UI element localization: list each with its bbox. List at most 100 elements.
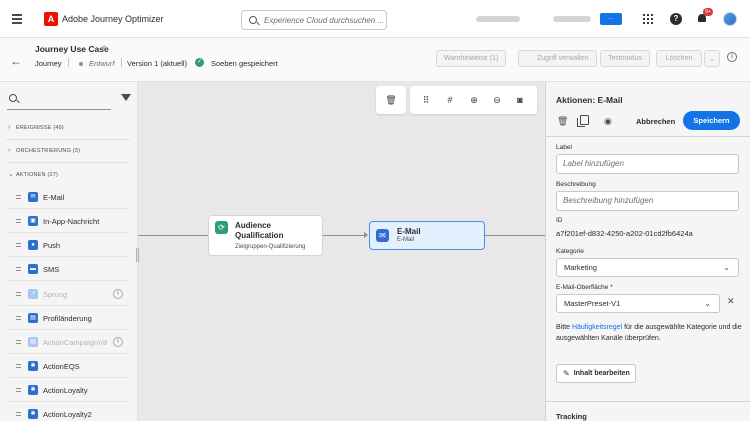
id-label: ID bbox=[556, 217, 563, 224]
category-orchestration[interactable]: › ORCHESTRIERUNG (3) bbox=[8, 147, 80, 154]
description-input[interactable]: Beschreibung hinzufügen bbox=[556, 191, 739, 211]
custom-action-icon: ✱ bbox=[28, 385, 38, 395]
preview-eye-icon[interactable]: ◉ bbox=[604, 116, 612, 127]
palette-item-push[interactable]: ● Push bbox=[8, 234, 128, 257]
app-title[interactable]: Adobe Journey Optimizer bbox=[62, 14, 164, 24]
surface-label-text: E-Mail-Oberfläche bbox=[556, 284, 609, 291]
category-field-label: Kategorie bbox=[556, 248, 584, 255]
adobe-logo-icon[interactable]: A bbox=[44, 12, 58, 26]
zoom-out-icon[interactable]: ⊖ bbox=[491, 94, 503, 106]
trash-icon[interactable]: 🗑 bbox=[385, 94, 397, 106]
journey-canvas[interactable] bbox=[138, 82, 545, 421]
app-switcher-icon[interactable] bbox=[643, 14, 653, 24]
node-audience-qualification[interactable]: ⟳ Audience Qualification Zielgruppen-Qua… bbox=[208, 215, 323, 256]
push-icon: ● bbox=[28, 240, 38, 250]
palette-item-action-loyalty2[interactable]: ✱ ActionLoyalty2 bbox=[8, 403, 128, 421]
info-icon[interactable]: i bbox=[113, 337, 123, 347]
surface-selected-value: MasterPreset-V1 bbox=[564, 299, 621, 308]
info-text: Bitte bbox=[556, 324, 572, 331]
journey-version[interactable]: Version 1 (aktuell) bbox=[127, 59, 187, 68]
frequency-rule-info: Bitte Häufigkeitsregel für die ausgewähl… bbox=[556, 322, 742, 344]
drag-grip-icon bbox=[16, 340, 21, 344]
category-label: ORCHESTRIERUNG (3) bbox=[16, 148, 81, 154]
email-icon: ✉ bbox=[376, 229, 389, 242]
test-mode-button[interactable]: Testmodus bbox=[600, 50, 650, 67]
category-select[interactable]: Marketing ⌄ bbox=[556, 258, 739, 277]
campaign-action-icon: ▤ bbox=[28, 337, 38, 347]
in-app-icon: ▣ bbox=[28, 216, 38, 226]
frequency-rule-link[interactable]: Häufigkeitsregel bbox=[572, 324, 622, 331]
palette-item-label: Profiländerung bbox=[43, 314, 92, 323]
manage-access-button[interactable]: Zugriff verwalten bbox=[518, 50, 597, 67]
node-subtitle: Zielgruppen-Qualifizierung bbox=[235, 244, 306, 250]
palette-item-action-campaign-v8: ▤ ActionCampaignV8 i bbox=[8, 331, 128, 354]
grid-layout-icon[interactable]: ⠿ bbox=[420, 94, 432, 106]
palette-item-action-loyalty[interactable]: ✱ ActionLoyalty bbox=[8, 379, 128, 402]
info-icon[interactable]: i bbox=[113, 289, 123, 299]
category-actions[interactable]: ⌄ AKTIONEN (27) bbox=[8, 170, 58, 178]
drag-grip-icon bbox=[16, 388, 21, 392]
align-icon[interactable]: # bbox=[444, 94, 456, 106]
palette-item-sms[interactable]: ▬ SMS bbox=[8, 258, 128, 281]
panel-resize-handle[interactable] bbox=[136, 248, 139, 262]
description-field-label: Beschreibung bbox=[556, 181, 596, 188]
node-email[interactable]: ✉ E-Mail E-Mail bbox=[369, 221, 485, 250]
chevron-down-icon: ⌄ bbox=[704, 299, 711, 308]
sandbox-switcher-blurred[interactable] bbox=[553, 16, 591, 22]
global-search-input[interactable]: Experience Cloud durchsuchen ... bbox=[241, 10, 387, 30]
drag-grip-icon bbox=[16, 267, 21, 271]
hamburger-menu-icon[interactable] bbox=[12, 14, 22, 24]
email-surface-select[interactable]: MasterPreset-V1 ⌄ bbox=[556, 294, 720, 313]
audience-qualification-icon: ⟳ bbox=[215, 221, 228, 234]
node-title: Audience Qualification bbox=[235, 221, 284, 240]
node-subtitle: E-Mail bbox=[397, 237, 415, 243]
edit-content-button[interactable]: ✎ Inhalt bearbeiten bbox=[556, 364, 636, 383]
journey-title: Journey Use Case bbox=[35, 44, 109, 54]
user-avatar[interactable] bbox=[723, 12, 737, 26]
filter-icon[interactable] bbox=[121, 94, 131, 101]
connector-arrow-icon bbox=[364, 232, 368, 238]
tracking-section-title[interactable]: Tracking bbox=[556, 412, 587, 421]
cancel-button[interactable]: Abbrechen bbox=[636, 117, 675, 126]
id-value: a7f201ef-d832-4250-a202-01cd2fb6424a bbox=[556, 229, 693, 238]
connector-line bbox=[323, 235, 365, 236]
edit-pencil-icon[interactable]: ✎ bbox=[102, 44, 109, 53]
palette-search-input[interactable] bbox=[7, 109, 111, 110]
help-icon[interactable]: ? bbox=[670, 13, 682, 25]
back-arrow-icon[interactable]: ← bbox=[10, 54, 22, 68]
label-input[interactable]: Label hinzufügen bbox=[556, 154, 739, 174]
connector-line bbox=[138, 235, 208, 236]
screenshot-camera-icon[interactable]: ◙ bbox=[514, 94, 526, 106]
chevron-down-icon: ⌄ bbox=[723, 263, 730, 272]
canvas-toolbar: ⠿ # ⊕ ⊖ ◙ bbox=[410, 86, 537, 114]
palette-item-jump: ↗ Sprung i bbox=[8, 283, 128, 306]
divider bbox=[68, 58, 69, 67]
zoom-in-icon[interactable]: ⊕ bbox=[468, 94, 480, 106]
info-icon[interactable]: i bbox=[727, 52, 737, 62]
palette-item-in-app[interactable]: ▣ In-App-Nachricht bbox=[8, 210, 128, 233]
custom-action-icon: ✱ bbox=[28, 409, 38, 419]
more-options-chevron-icon[interactable]: ⌄ bbox=[704, 50, 720, 67]
chevron-right-icon: › bbox=[8, 124, 11, 131]
trash-icon[interactable]: 🗑 bbox=[557, 116, 568, 127]
duplicate-icon[interactable] bbox=[577, 115, 589, 127]
status-dot-icon bbox=[79, 62, 83, 66]
search-icon bbox=[249, 16, 257, 24]
palette-item-label: SMS bbox=[43, 265, 60, 274]
journey-type: Journey bbox=[35, 59, 62, 68]
save-button[interactable]: Speichern bbox=[683, 111, 740, 130]
journey-status: Entwurf bbox=[89, 59, 115, 68]
palette-search-icon[interactable] bbox=[9, 94, 17, 102]
drag-grip-icon bbox=[16, 243, 21, 247]
palette-item-label: ActionLoyalty2 bbox=[43, 410, 92, 419]
custom-action-icon: ✱ bbox=[28, 361, 38, 371]
check-circle-icon: ✓ bbox=[195, 58, 204, 67]
category-events[interactable]: › EREIGNISSE (49) bbox=[8, 124, 64, 131]
warnings-button[interactable]: Warnhinweise (1) bbox=[436, 50, 507, 67]
delete-button[interactable]: Löschen bbox=[656, 50, 702, 67]
clear-close-icon[interactable]: ✕ bbox=[727, 296, 735, 307]
palette-item-action-eqs[interactable]: ✱ ActionEQS bbox=[8, 355, 128, 378]
palette-item-email[interactable]: ✉ E-Mail bbox=[8, 186, 128, 209]
org-switcher-blurred[interactable] bbox=[476, 16, 520, 22]
palette-item-profile-update[interactable]: ▤ Profiländerung bbox=[8, 307, 128, 330]
